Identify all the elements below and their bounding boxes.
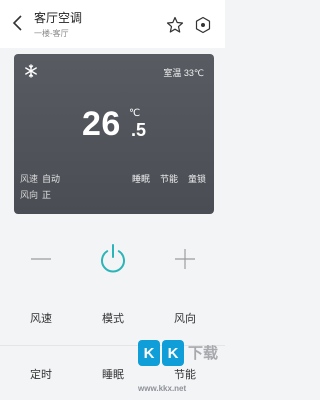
snowflake-icon — [25, 64, 37, 78]
fan-direction-label: 风向 — [20, 190, 39, 200]
settings-hexagon-icon[interactable] — [194, 16, 212, 34]
sleep-button[interactable]: 睡眠 — [88, 366, 138, 382]
fan-direction-button[interactable]: 风向 — [160, 310, 210, 326]
set-temperature-decimal: .5 — [131, 120, 147, 140]
feature-energy-saving: 节能 — [159, 174, 178, 184]
watermark-badge-1: K — [138, 340, 160, 366]
fan-direction-value: 正 — [42, 190, 52, 200]
minus-icon[interactable] — [30, 248, 52, 270]
watermark: K K 下载 www.kkx.net — [138, 340, 224, 398]
back-button[interactable] — [10, 12, 26, 34]
fan-speed-button[interactable]: 风速 — [16, 310, 66, 326]
fan-speed-value: 自动 — [42, 174, 61, 184]
active-features: 睡眠 节能 童锁 — [122, 172, 206, 185]
star-icon[interactable] — [166, 16, 184, 34]
power-icon[interactable] — [99, 242, 127, 274]
fan-speed-status: 风速 自动 — [20, 172, 60, 185]
watermark-url: www.kkx.net — [138, 384, 187, 393]
set-temperature: 26 — [82, 105, 121, 143]
status-card: 室温 33℃ 26 ℃ .5 风速 自动 风向正 睡眠 节能 童锁 — [14, 54, 214, 214]
room-temperature: 室温 33℃ — [163, 68, 204, 78]
feature-child-lock: 童锁 — [187, 174, 206, 184]
chevron-left-icon — [12, 15, 22, 31]
mode-button[interactable]: 模式 — [88, 310, 138, 326]
device-location: 一楼-客厅 — [34, 29, 69, 38]
feature-sleep: 睡眠 — [131, 174, 150, 184]
top-bar: 客厅空调 一楼-客厅 — [0, 0, 225, 48]
fan-direction-status: 风向正 — [20, 188, 51, 201]
timer-button[interactable]: 定时 — [16, 366, 66, 382]
temperature-unit: ℃ — [129, 108, 141, 119]
watermark-text: 下载 — [188, 345, 219, 362]
plus-icon[interactable] — [174, 248, 196, 270]
device-title: 客厅空调 — [34, 11, 83, 25]
title-block: 客厅空调 一楼-客厅 — [34, 11, 82, 39]
fan-speed-label: 风速 — [20, 174, 39, 184]
watermark-badge-2: K — [162, 340, 184, 366]
